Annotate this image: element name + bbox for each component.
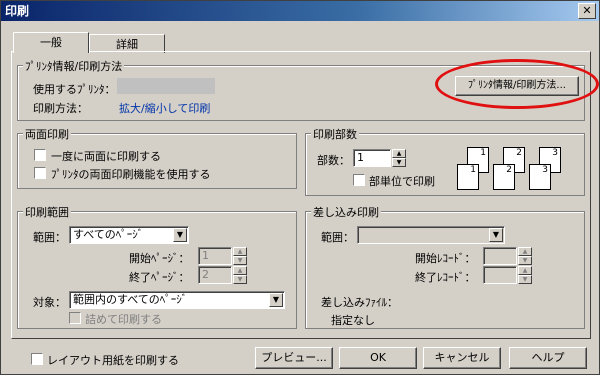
spin-down-icon[interactable]: ▼ [518, 275, 532, 284]
spin-up-icon[interactable]: ▲ [233, 247, 247, 256]
copies-spinner[interactable]: ▲ ▼ [392, 149, 406, 167]
merge-end-spinner[interactable]: ▲ ▼ [518, 266, 532, 284]
collate-checkbox[interactable] [353, 174, 365, 186]
cancel-button-label: キャンセル [434, 351, 490, 364]
end-page-input[interactable]: 2 ▲ ▼ [198, 266, 247, 284]
method-value: 拡大/縮小して印刷 [119, 102, 211, 115]
copies-input[interactable]: 1 ▲ ▼ [353, 149, 406, 167]
spin-up-icon[interactable]: ▲ [233, 266, 247, 275]
target-label: 対象： [33, 296, 66, 309]
range-label: 範囲： [33, 231, 66, 244]
end-page-value: 2 [202, 268, 209, 281]
help-button[interactable]: ヘルプ [509, 347, 587, 369]
merge-start-input[interactable]: ▲ ▼ [483, 247, 532, 265]
copies-value: 1 [357, 151, 364, 164]
merge-end-label: 終了ﾚｺｰﾄﾞ： [415, 271, 476, 284]
mail-merge-title: 差し込み印刷 [311, 204, 381, 220]
merge-range-label: 範囲： [321, 231, 354, 244]
tab-general[interactable]: 一般 [13, 32, 89, 53]
compact-print-label: 詰めて印刷する [85, 313, 162, 326]
range-select[interactable]: すべてのﾍﾟｰｼﾞ ▼ [69, 226, 189, 244]
page-icon: 3 [529, 164, 551, 190]
copies-label: 部数： [317, 154, 350, 167]
spin-down-icon[interactable]: ▼ [233, 275, 247, 284]
collate-label: 部単位で印刷 [369, 175, 435, 188]
page-icon: 2 [493, 164, 515, 190]
start-page-value: 1 [202, 249, 209, 262]
print-range-title: 印刷範囲 [23, 204, 71, 220]
duplex-once-checkbox[interactable] [34, 149, 46, 161]
print-layout-checkbox[interactable] [31, 353, 43, 365]
copies-title: 印刷部数 [311, 126, 359, 142]
ok-button-label: OK [370, 351, 386, 364]
preview-button[interactable]: プレビュー... [255, 347, 333, 369]
print-dialog: 印刷 ✕ 一般 詳細 ﾌﾟﾘﾝﾀ情報/印刷方法 使用するﾌﾟﾘﾝﾀ： 印刷方法：… [0, 0, 600, 375]
cancel-button[interactable]: キャンセル [423, 347, 501, 369]
title-bar: 印刷 [1, 1, 599, 21]
printer-name-field [117, 78, 215, 94]
end-page-label: 終了ﾍﾟｰｼﾞ： [129, 271, 190, 284]
printer-info-title: ﾌﾟﾘﾝﾀ情報/印刷方法 [23, 58, 125, 74]
spin-down-icon[interactable]: ▼ [392, 158, 406, 167]
spin-down-icon[interactable]: ▼ [233, 256, 247, 265]
chevron-down-icon[interactable]: ▼ [173, 228, 187, 242]
close-icon: ✕ [582, 4, 592, 17]
spin-down-icon[interactable]: ▼ [518, 256, 532, 265]
range-select-value: すべてのﾍﾟｰｼﾞ [73, 228, 144, 241]
chevron-down-icon[interactable]: ▼ [489, 228, 503, 242]
duplex-once-label: 一度に両面に印刷する [51, 150, 161, 163]
merge-range-select[interactable]: ▼ [357, 226, 505, 244]
window-title: 印刷 [5, 4, 30, 18]
end-page-spinner[interactable]: ▲ ▼ [233, 266, 247, 284]
close-button[interactable]: ✕ [578, 3, 596, 19]
tab-detail-label: 詳細 [116, 38, 138, 51]
tab-general-label: 一般 [40, 36, 62, 49]
target-select[interactable]: 範囲内のすべてのﾍﾟｰｼﾞ ▼ [69, 291, 285, 309]
printer-label: 使用するﾌﾟﾘﾝﾀ： [33, 83, 116, 96]
page-icon: 1 [457, 164, 479, 190]
duplex-printer-checkbox[interactable] [34, 167, 46, 179]
preview-button-label: プレビュー... [261, 351, 327, 364]
merge-file-value: 指定なし [331, 314, 375, 327]
spin-up-icon[interactable]: ▲ [392, 149, 406, 158]
start-page-spinner[interactable]: ▲ ▼ [233, 247, 247, 265]
print-layout-label: レイアウト用紙を印刷する [47, 354, 179, 367]
start-page-input[interactable]: 1 ▲ ▼ [198, 247, 247, 265]
spin-up-icon[interactable]: ▲ [518, 247, 532, 256]
method-label: 印刷方法： [33, 102, 88, 115]
duplex-title: 両面印刷 [23, 126, 71, 142]
merge-start-label: 開始ﾚｺｰﾄﾞ： [415, 252, 476, 265]
compact-print-checkbox[interactable] [69, 312, 81, 324]
target-select-value: 範囲内のすべてのﾍﾟｰｼﾞ [73, 293, 188, 306]
duplex-printer-label: ﾌﾟﾘﾝﾀの両面印刷機能を使用する [51, 168, 211, 181]
highlight-circle [435, 59, 599, 109]
help-button-label: ヘルプ [531, 351, 565, 364]
start-page-label: 開始ﾍﾟｰｼﾞ： [129, 252, 190, 265]
merge-file-label: 差し込みﾌｧｲﾙ： [321, 296, 398, 309]
chevron-down-icon[interactable]: ▼ [269, 293, 283, 307]
spin-up-icon[interactable]: ▲ [518, 266, 532, 275]
ok-button[interactable]: OK [339, 347, 417, 369]
merge-start-spinner[interactable]: ▲ ▼ [518, 247, 532, 265]
merge-end-input[interactable]: ▲ ▼ [483, 266, 532, 284]
